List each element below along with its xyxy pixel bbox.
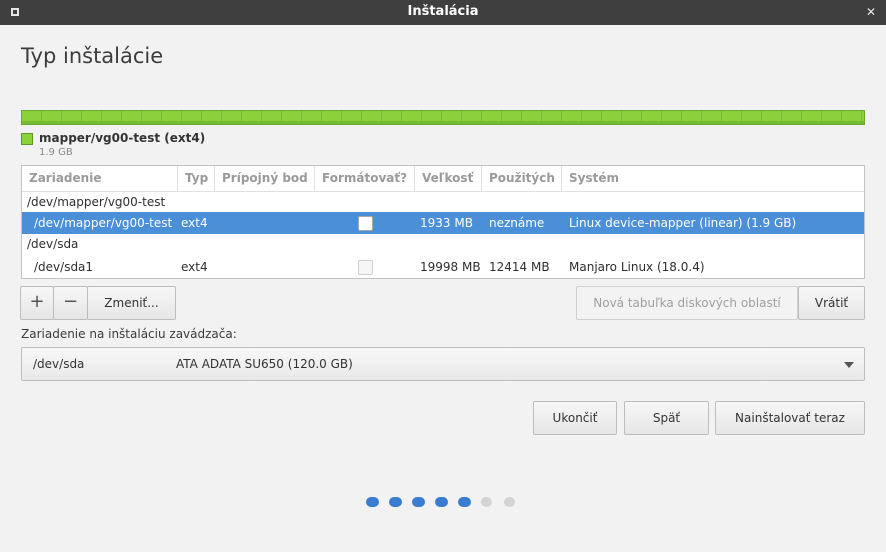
step-dot-pending: [481, 497, 492, 507]
format-checkbox[interactable]: [358, 260, 373, 275]
table-row[interactable]: /dev/mapper/vg00-test: [22, 191, 864, 213]
titlebar: Inštalácia ✕: [0, 0, 886, 25]
row-type: ext4: [181, 260, 208, 274]
revert-button[interactable]: Vrátiť: [798, 286, 865, 320]
bootloader-device-select[interactable]: /dev/sda ATA ADATA SU650 (120.0 GB): [21, 347, 865, 381]
bootloader-label: Zariadenie na inštaláciu zavádzača:: [21, 327, 237, 341]
new-partition-table-button[interactable]: Nová tabuľka diskových oblastí: [576, 286, 798, 320]
partition-bar: [21, 110, 865, 125]
install-now-button[interactable]: Nainštalovať teraz: [715, 401, 865, 435]
page-title: Typ inštalácie: [21, 44, 164, 68]
column-header-mount[interactable]: Prípojný bod: [215, 166, 315, 191]
table-row[interactable]: /dev/sda: [22, 233, 864, 255]
row-used: 12414 MB: [489, 260, 550, 274]
row-device: /dev/mapper/vg00-test: [34, 216, 173, 230]
bootloader-device-model: ATA ADATA SU650 (120.0 GB): [176, 357, 353, 371]
close-icon[interactable]: ✕: [865, 6, 877, 18]
format-checkbox[interactable]: [358, 216, 373, 231]
step-dot-completed: [412, 497, 425, 507]
step-dot-completed: [366, 497, 379, 507]
bootloader-device: /dev/sda: [33, 357, 85, 371]
back-button[interactable]: Späť: [624, 401, 709, 435]
row-size: 1933 MB: [420, 216, 473, 230]
column-header-device[interactable]: Zariadenie: [22, 166, 178, 191]
row-size: 19998 MB: [420, 260, 481, 274]
step-dot-completed: [389, 497, 402, 507]
row-system: Manjaro Linux (18.0.4): [569, 260, 705, 274]
dropdown-arrow-icon: [844, 362, 854, 368]
partition-legend-label: mapper/vg00-test (ext4): [39, 131, 206, 145]
column-header-system[interactable]: Systém: [562, 166, 864, 191]
row-device: /dev/sda1: [34, 260, 94, 274]
table-row[interactable]: /dev/sda1 ext4 19998 MB 12414 MB Manjaro…: [22, 256, 864, 278]
window-title: Inštalácia: [407, 4, 479, 19]
column-header-size[interactable]: Veľkosť: [415, 166, 482, 191]
partition-legend-size: 1.9 GB: [39, 147, 73, 158]
step-dot-pending: [504, 497, 515, 507]
quit-button[interactable]: Ukončiť: [533, 401, 617, 435]
column-header-type[interactable]: Typ: [178, 166, 215, 191]
row-system: Linux device-mapper (linear) (1.9 GB): [569, 216, 797, 230]
row-used: neznáme: [489, 216, 545, 230]
row-device: /dev/sda: [27, 237, 79, 251]
partition-color-swatch: [21, 133, 33, 145]
remove-partition-button[interactable]: −: [53, 286, 88, 320]
row-type: ext4: [181, 216, 208, 230]
row-device: /dev/mapper/vg00-test: [27, 195, 166, 209]
partition-table: Zariadenie Typ Prípojný bod Formátovať? …: [21, 165, 865, 279]
change-partition-button[interactable]: Zmeniť...: [87, 286, 176, 320]
column-header-format[interactable]: Formátovať?: [315, 166, 415, 191]
step-dot-completed: [435, 497, 448, 507]
add-partition-button[interactable]: +: [20, 286, 54, 320]
table-row-selected[interactable]: /dev/mapper/vg00-test ext4 1933 MB nezná…: [22, 212, 864, 234]
column-header-used[interactable]: Použitých: [482, 166, 562, 191]
step-dot-completed: [458, 497, 471, 507]
